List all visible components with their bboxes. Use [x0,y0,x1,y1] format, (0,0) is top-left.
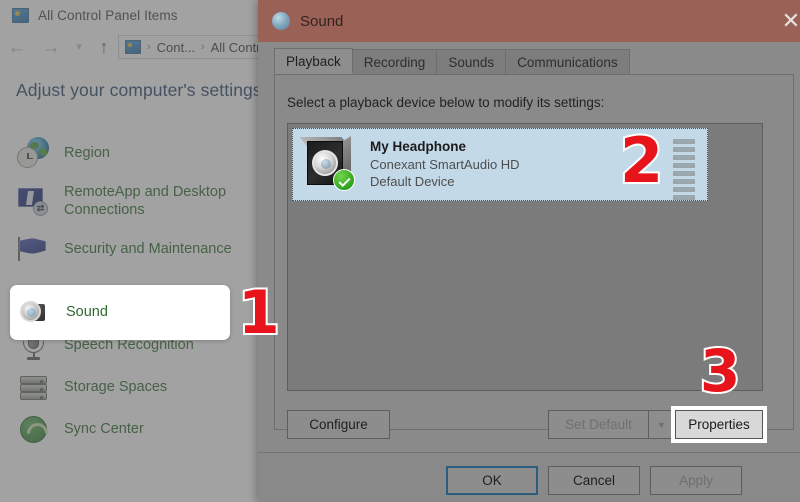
tab-label: Sounds [448,54,495,70]
page-title: Adjust your computer's settings [16,80,262,100]
set-default-button[interactable]: Set Default [548,410,648,439]
sync-refresh-icon [16,412,50,446]
back-arrow-icon[interactable]: ← [0,38,34,57]
sidebar-item-sync-center[interactable]: Sync Center [0,408,258,450]
control-panel-icon [125,40,141,54]
chevron-down-icon[interactable]: ▾ [68,41,90,53]
sidebar-item-label: Storage Spaces [64,378,168,395]
region-globe-clock-icon [16,136,50,170]
tab-sounds[interactable]: Sounds [436,49,507,74]
breadcrumb-separator: › [147,41,151,53]
playback-device-list[interactable]: My Headphone Conexant SmartAudio HD Defa… [287,123,763,391]
ok-button[interactable]: OK [446,466,538,495]
sidebar-item-remoteapp[interactable]: ⇄ RemoteApp and Desktop Connections [0,174,258,228]
control-panel-title: All Control Panel Items [38,7,178,23]
annotation-number-3: 3 3 [698,337,742,405]
tab-label: Playback [286,53,341,69]
forward-arrow-icon[interactable]: → [34,38,68,57]
sound-dialog-tabs: Playback Recording Sounds Communications [274,48,794,75]
screenshot-root: All Control Panel Items ← → ▾ ↑ › Cont..… [0,0,800,502]
sound-dialog-titlebar: Sound ✕ [258,0,800,42]
annotation-number-1: 1 1 [236,278,282,348]
speaker-device-icon [299,135,357,193]
green-check-icon [333,168,355,191]
set-default-dropdown-icon[interactable]: ▼ [648,410,675,439]
sidebar-item-security-and-maintenance[interactable]: Security and Maintenance [0,228,258,270]
volume-meter [673,139,695,200]
breadcrumb-segment-1[interactable]: Cont... [157,40,195,55]
speaker-icon [18,296,52,330]
annotation-number-2: 2 2 [618,124,665,197]
apply-button[interactable]: Apply [650,466,742,495]
sidebar-item-label: Security and Maintenance [64,240,232,257]
remoteapp-icon: ⇄ [16,184,50,218]
device-text-block: My Headphone Conexant SmartAudio HD Defa… [370,138,520,190]
device-action-buttons: Configure Set Default ▼ Properties [287,406,767,443]
sidebar-item-sound[interactable]: Sound [10,285,230,340]
tab-recording[interactable]: Recording [351,49,438,74]
sound-speaker-icon [272,12,290,30]
up-arrow-icon[interactable]: ↑ [90,38,118,56]
sound-dialog-title: Sound [300,12,344,30]
cancel-button[interactable]: Cancel [548,466,640,495]
device-name: My Headphone [370,139,467,155]
sidebar-item-label: Sound [66,304,108,321]
tab-playback[interactable]: Playback [274,48,353,74]
sidebar-item-storage-spaces[interactable]: Storage Spaces [0,366,258,408]
flag-icon [16,232,50,266]
storage-drives-icon [16,370,50,404]
breadcrumb-segment-2[interactable]: All Contr [211,40,261,55]
sound-dialog: Sound ✕ Playback Recording Sounds Commun… [258,0,800,502]
properties-button[interactable]: Properties [671,406,767,443]
tab-label: Communications [517,54,618,70]
device-driver: Conexant SmartAudio HD [370,157,520,173]
close-icon[interactable]: ✕ [764,0,800,42]
tab-communications[interactable]: Communications [505,49,630,74]
playback-prompt-label: Select a playback device below to modify… [287,95,605,110]
sidebar-item-label: Region [64,144,110,161]
control-panel-icon [12,7,29,23]
device-status: Default Device [370,174,455,190]
sidebar-item-label: RemoteApp and Desktop Connections [64,183,227,218]
sidebar-item-label: Sync Center [64,420,144,437]
sidebar-item-region[interactable]: Region [0,132,258,174]
configure-button[interactable]: Configure [287,410,390,439]
breadcrumb-separator: › [200,41,205,53]
tab-label: Recording [363,54,426,70]
